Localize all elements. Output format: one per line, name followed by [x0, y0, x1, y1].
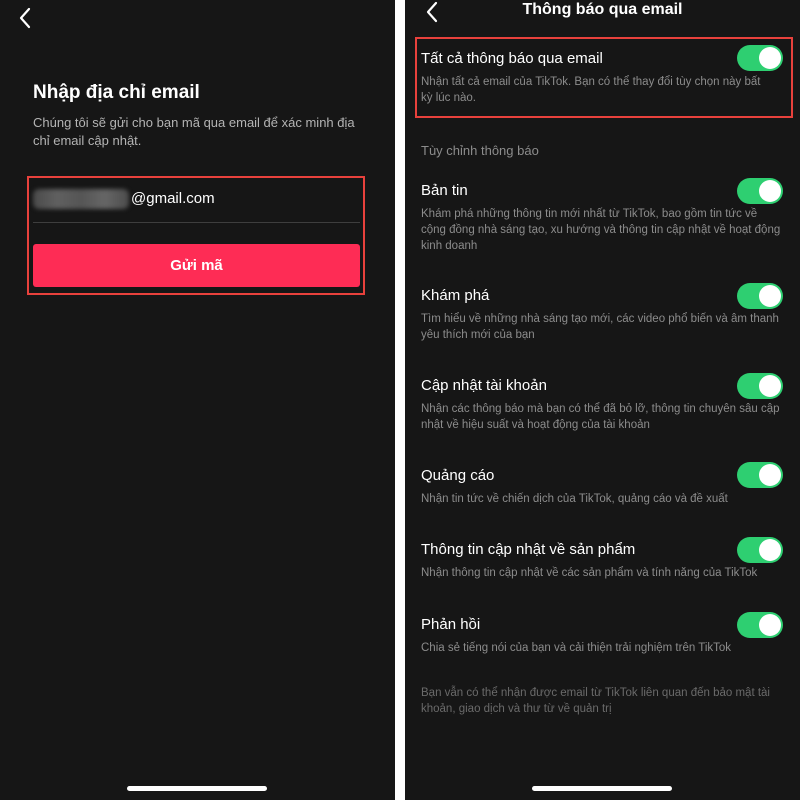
- toggle-discover[interactable]: [737, 283, 783, 309]
- home-indicator: [532, 786, 672, 791]
- setting-ads: Quảng cáo Nhận tin tức về chiến dịch của…: [421, 466, 783, 507]
- toggle-ads[interactable]: [737, 462, 783, 488]
- setting-description: Nhận tất cả email của TikTok. Bạn có thể…: [421, 76, 761, 104]
- setting-account-updates: Cập nhật tài khoản Nhận các thông báo mà…: [421, 376, 783, 433]
- setting-title: Tất cả thông báo qua email: [421, 50, 603, 67]
- setting-title: Khám phá: [421, 287, 490, 304]
- setting-product-updates: Thông tin cập nhật về sản phẩm Nhận thôn…: [421, 540, 783, 581]
- setting-description: Nhận các thông báo mà bạn có thể đã bỏ l…: [421, 403, 780, 431]
- setting-title: Cập nhật tài khoản: [421, 377, 547, 394]
- toggle-product-updates[interactable]: [737, 537, 783, 563]
- redacted-email-username: [33, 189, 129, 209]
- setting-all-email-notifications: Tất cả thông báo qua email Nhận tất cả e…: [421, 49, 783, 106]
- toggle-knob: [759, 614, 781, 636]
- home-indicator: [127, 786, 267, 791]
- enter-email-screen: Nhập địa chỉ email Chúng tôi sẽ gửi cho …: [0, 0, 395, 800]
- toggle-knob: [759, 285, 781, 307]
- toggle-knob: [759, 375, 781, 397]
- setting-discover: Khám phá Tìm hiểu về những nhà sáng tạo …: [421, 286, 783, 343]
- back-button[interactable]: [14, 6, 38, 30]
- toggle-feedback[interactable]: [737, 612, 783, 638]
- toggle-account-updates[interactable]: [737, 373, 783, 399]
- page-description: Chúng tôi sẽ gửi cho bạn mã qua email để…: [33, 115, 355, 148]
- email-notifications-screen: Thông báo qua email Tất cả thông báo qua…: [405, 0, 800, 800]
- section-label: Tùy chỉnh thông báo: [421, 143, 539, 158]
- footer-note: Bạn vẫn có thể nhận được email từ TikTok…: [421, 687, 770, 715]
- toggle-knob: [759, 47, 781, 69]
- setting-title: Bản tin: [421, 182, 468, 199]
- setting-description: Nhận thông tin cập nhật về các sản phẩm …: [421, 567, 758, 579]
- setting-feedback: Phản hồi Chia sẻ tiếng nói của bạn và cả…: [421, 615, 783, 656]
- setting-title: Quảng cáo: [421, 467, 495, 484]
- page-title: Nhập địa chỉ email: [33, 82, 200, 103]
- send-code-button[interactable]: Gửi mã: [33, 244, 360, 287]
- chevron-left-icon: [19, 7, 31, 29]
- setting-newsletter: Bản tin Khám phá những thông tin mới nhấ…: [421, 181, 783, 254]
- setting-description: Nhận tin tức về chiến dịch của TikTok, q…: [421, 493, 728, 505]
- email-domain-text: @gmail.com: [131, 190, 215, 207]
- toggle-newsletter[interactable]: [737, 178, 783, 204]
- setting-description: Khám phá những thông tin mới nhất từ Tik…: [421, 208, 781, 252]
- toggle-all-email-notifications[interactable]: [737, 45, 783, 71]
- setting-title: Thông tin cập nhật về sản phẩm: [421, 541, 636, 558]
- setting-description: Tìm hiểu về những nhà sáng tạo mới, các …: [421, 313, 779, 341]
- setting-description: Chia sẻ tiếng nói của bạn và cải thiện t…: [421, 642, 732, 654]
- email-input[interactable]: @gmail.com: [33, 188, 360, 223]
- toggle-knob: [759, 180, 781, 202]
- page-title: Thông báo qua email: [522, 1, 683, 18]
- toggle-knob: [759, 539, 781, 561]
- setting-title: Phản hồi: [421, 616, 481, 633]
- toggle-knob: [759, 464, 781, 486]
